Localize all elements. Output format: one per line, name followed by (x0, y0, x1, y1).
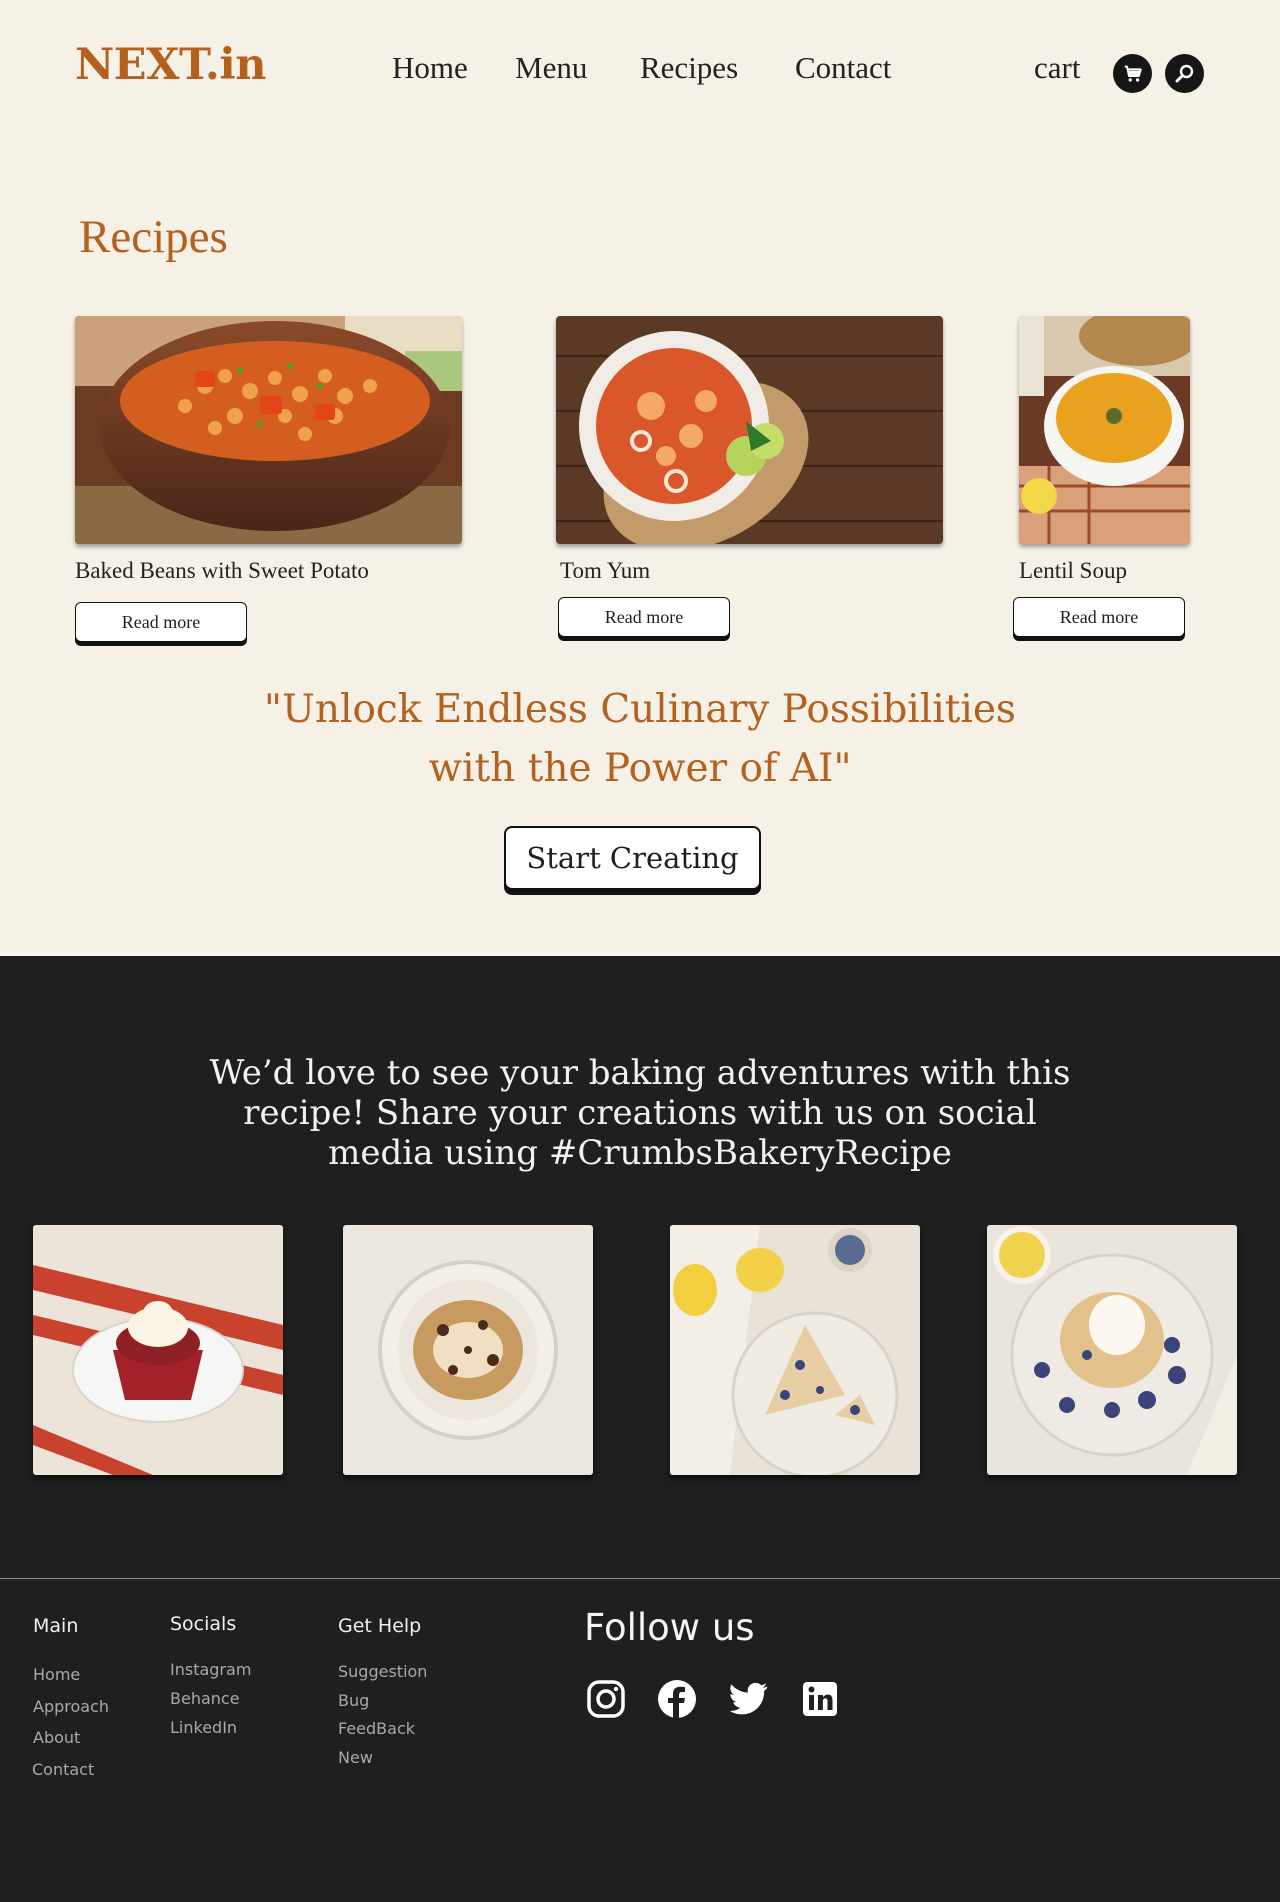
share-message-line-1: We’d love to see your baking adventures … (209, 1053, 1071, 1093)
footer-help-heading: Get Help (338, 1615, 422, 1637)
cart-button[interactable] (1113, 54, 1152, 93)
instagram-icon[interactable] (584, 1677, 628, 1721)
footer-link-contact[interactable]: Contact (32, 1760, 94, 1779)
recipe-name-baked-beans: Baked Beans with Sweet Potato (75, 558, 369, 583)
start-creating-button[interactable]: Start Creating (504, 826, 761, 890)
nav-home[interactable]: Home (392, 50, 468, 86)
twitter-icon[interactable] (726, 1677, 770, 1721)
ai-tagline-line-1: "Unlock Endless Culinary Possibilities (264, 687, 1016, 732)
footer-socials-heading: Socials (170, 1613, 237, 1635)
read-more-button-tom-yum[interactable]: Read more (558, 597, 730, 637)
nav-menu[interactable]: Menu (515, 50, 587, 86)
share-message-line-3: media using #CrumbsBakeryRecipe (328, 1133, 952, 1173)
search-icon (1175, 64, 1193, 82)
recipe-image-baked-beans[interactable] (75, 316, 462, 544)
recipe-name-tom-yum: Tom Yum (560, 558, 651, 583)
recipe-image-lentil-soup[interactable] (1019, 316, 1190, 544)
gallery-photo-cupcake[interactable] (33, 1225, 283, 1475)
gallery-photo-blueberry-scone[interactable] (670, 1225, 920, 1475)
read-more-button-lentil-soup[interactable]: Read more (1013, 597, 1185, 637)
nav-recipes[interactable]: Recipes (640, 50, 738, 86)
footer-link-behance[interactable]: Behance (170, 1689, 240, 1708)
logo[interactable]: NEXT.in (75, 40, 266, 90)
facebook-icon[interactable] (655, 1677, 699, 1721)
cart-label[interactable]: cart (1034, 50, 1080, 86)
footer-link-about[interactable]: About (33, 1728, 80, 1747)
share-message-line-2: recipe! Share your creations with us on … (243, 1093, 1037, 1133)
follow-us-heading: Follow us (584, 1606, 755, 1649)
footer-link-home[interactable]: Home (33, 1665, 80, 1684)
share-message: We’d love to see your baking adventures … (0, 1053, 1280, 1173)
site-header: NEXT.in Home Menu Recipes Contact cart (0, 0, 1280, 150)
footer-link-instagram[interactable]: Instagram (170, 1660, 251, 1679)
footer-link-suggestion[interactable]: Suggestion (338, 1662, 427, 1681)
recipes-title: Recipes (79, 211, 228, 263)
footer-divider (0, 1578, 1280, 1579)
nav-contact[interactable]: Contact (795, 50, 891, 86)
gallery-photo-cookie[interactable] (343, 1225, 593, 1475)
footer-main-heading: Main (33, 1615, 79, 1637)
footer-link-linkedin[interactable]: LinkedIn (170, 1718, 237, 1737)
recipe-name-lentil-soup: Lentil Soup (1019, 558, 1127, 583)
ai-tagline-line-2: with the Power of AI" (428, 746, 852, 791)
footer-link-bug[interactable]: Bug (338, 1691, 369, 1710)
recipe-image-tom-yum[interactable] (556, 316, 943, 544)
ai-tagline: "Unlock Endless Culinary Possibilities w… (0, 680, 1280, 798)
footer-link-feedback[interactable]: FeedBack (338, 1719, 415, 1738)
footer-link-approach[interactable]: Approach (33, 1697, 109, 1716)
cart-icon (1124, 65, 1142, 82)
footer-link-new[interactable]: New (338, 1748, 373, 1767)
gallery-photo-scone-with-cream[interactable] (987, 1225, 1237, 1475)
linkedin-icon[interactable] (798, 1677, 842, 1721)
read-more-button-baked-beans[interactable]: Read more (75, 602, 247, 642)
search-button[interactable] (1165, 54, 1204, 93)
